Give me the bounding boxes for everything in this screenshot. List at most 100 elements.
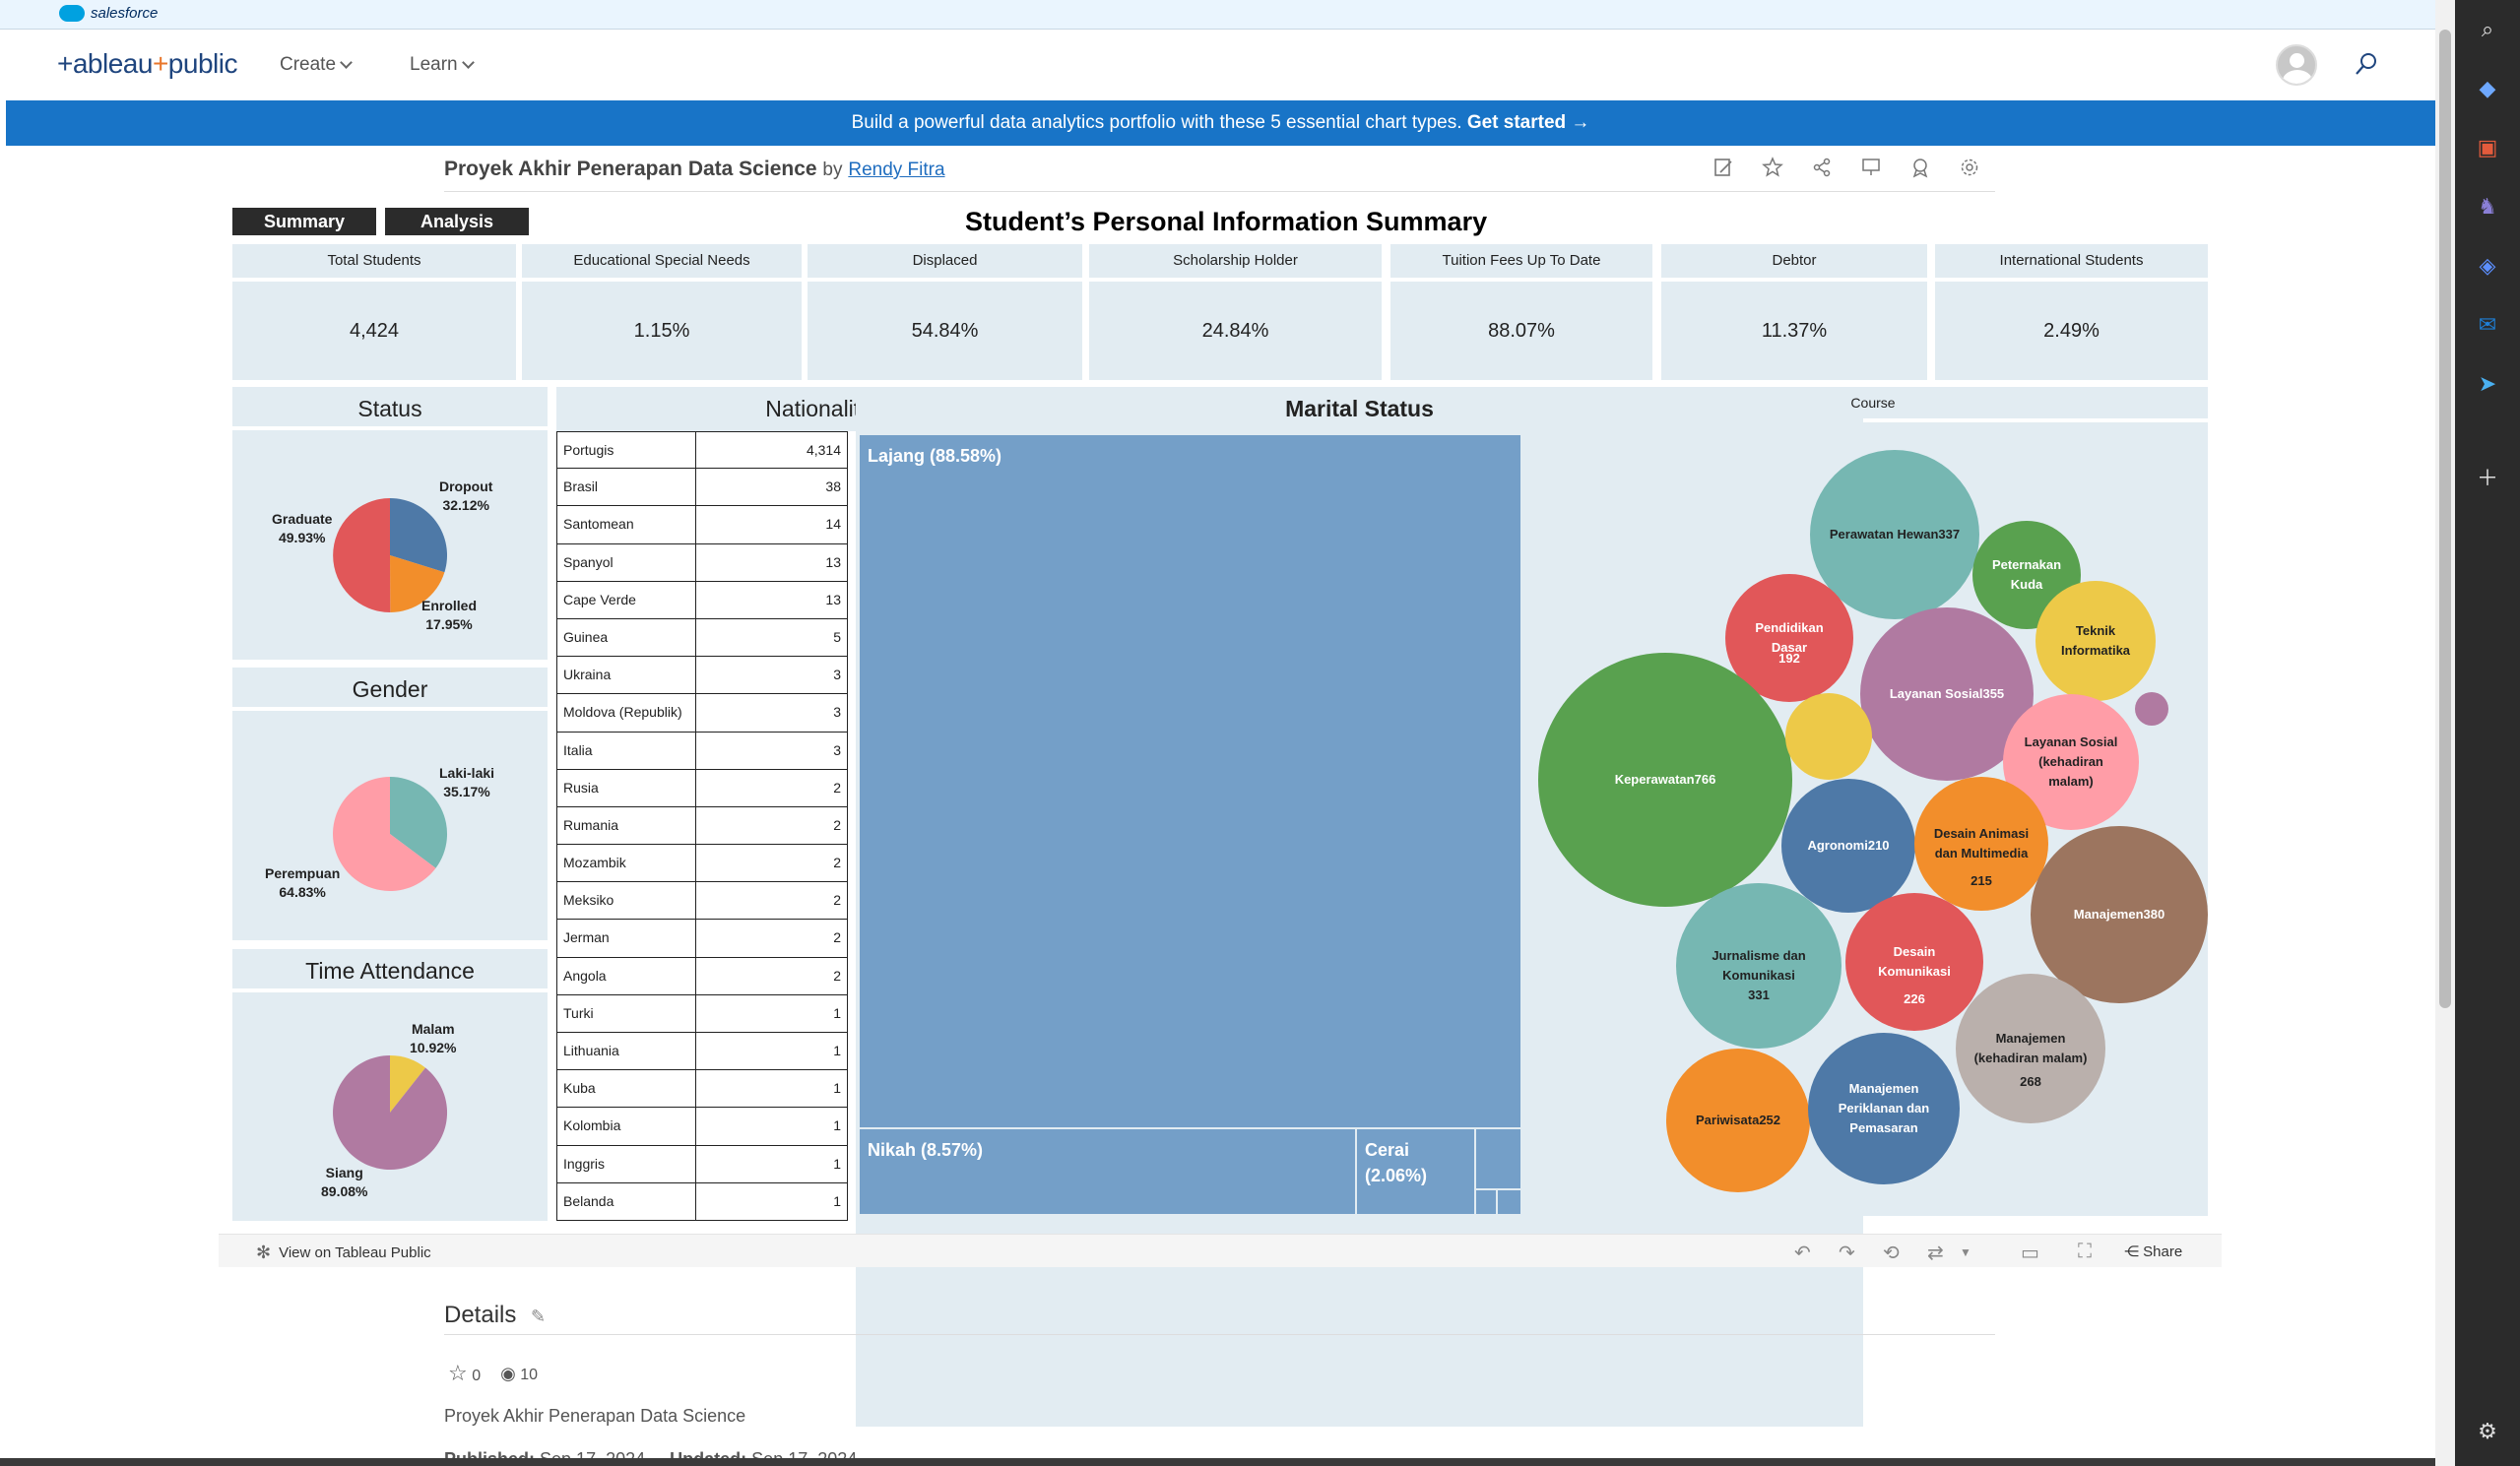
details-description: Proyek Akhir Penerapan Data Science [444,1406,746,1426]
copilot-icon[interactable]: ◈ [2474,252,2501,280]
banner-get-started-link[interactable]: Get started → [1467,112,1590,133]
treemap-cell-small[interactable] [1498,1190,1520,1214]
share-icon[interactable] [1810,156,1834,179]
nationality-name: Angola [556,957,696,995]
device-preview-icon[interactable]: ▭ [2021,1241,2039,1265]
outlook-icon[interactable]: ✉ [2474,311,2501,339]
salesforce-cloud-icon [59,5,85,22]
nationality-name: Jerman [556,920,696,958]
treemap-cell-lajang[interactable]: Lajang (88.58%) [860,435,1520,1127]
search-icon[interactable] [2355,52,2378,76]
bubble-manajemen-periklanan[interactable]: Manajemen Periklanan dan Pemasaran [1808,1033,1960,1184]
settings-gear-icon[interactable] [1958,156,1981,179]
avatar[interactable] [2276,44,2317,86]
view-on-tableau-public-link[interactable]: ✻ View on Tableau Public [256,1243,431,1263]
tab-analysis[interactable]: Analysis [385,208,529,235]
kpi-tuition: Tuition Fees Up To Date 88.07% [1390,244,1652,380]
promo-banner[interactable]: Build a powerful data analytics portfoli… [6,100,2435,146]
gender-pie-chart[interactable] [331,775,449,893]
redo-icon[interactable]: ↷ [1839,1241,1855,1265]
chess-icon[interactable]: ♞ [2474,193,2501,221]
dashboard-title: Student’s Personal Information Summary [965,207,1488,236]
author-link[interactable]: Rendy Fitra [848,159,944,180]
nationality-name: Lithuania [556,1033,696,1071]
salesforce-logo[interactable]: salesforce [59,5,158,22]
attendance-title: Time Attendance [232,949,548,992]
send-icon[interactable]: ➤ [2474,370,2501,398]
search-icon[interactable]: ⌕ [2474,16,2501,43]
nav-create-label: Create [280,54,337,75]
viz-title-text: Proyek Akhir Penerapan Data Science [444,158,817,180]
fullscreen-icon[interactable]: ⛶ [2078,1241,2092,1263]
attendance-pie-chart[interactable] [331,1053,449,1172]
gender-title: Gender [232,668,548,711]
salesforce-brand-label: salesforce [91,5,159,22]
attendance-label-night: Malam 10.92% [410,1021,457,1055]
kpi-value: 88.07% [1390,282,1652,380]
nationality-count: 13 [696,581,848,619]
nationality-count: 2 [696,806,848,846]
gear-icon[interactable]: ⚙ [2474,1418,2501,1445]
course-header: Course [1538,387,2208,418]
bubble-desain-komunikasi[interactable]: Desain Komunikasi 226 [1845,893,1983,1031]
treemap-cell-cerai[interactable]: Cerai (2.06%) [1357,1129,1474,1214]
tag-icon[interactable]: ◆ [2474,75,2501,102]
dropdown-arrow-icon[interactable]: ▼ [1960,1245,1971,1259]
nationality-count: 1 [696,1070,848,1109]
nationality-count: 3 [696,732,848,770]
tableau-toolbar: ✻ View on Tableau Public ↶ ↷ ⟲ ⇄ ▼ ▭ ⛶ ⋲… [219,1234,2222,1267]
revert-icon[interactable]: ⟲ [1883,1241,1900,1265]
kpi-label: Total Students [232,244,516,278]
bubble-manajemen[interactable]: Manajemen 380 [2031,826,2208,1003]
nav-create[interactable]: Create [280,54,353,76]
bubble-manajemen-malam[interactable]: Manajemen (kehadiran malam) 268 [1956,974,2105,1123]
favorites-count[interactable]: ☆ 0 [448,1361,481,1386]
add-icon[interactable]: ＋ [2474,463,2501,490]
bubble-jurnalisme[interactable]: Jurnalisme dan Komunikasi 331 [1676,883,1842,1049]
undo-icon[interactable]: ↶ [1794,1241,1811,1265]
bubble-agronomi[interactable]: Agronomi 210 [1781,779,1915,913]
course-bubble-chart: Perawatan Hewan 337 Peternakan Kuda Pendi… [1538,422,2208,1216]
nationality-count: 5 [696,618,848,658]
treemap-cell-nikah[interactable]: Nikah (8.57%) [860,1129,1355,1214]
bubble-unlabeled[interactable] [1785,693,1872,780]
bubble-desain-animasi[interactable]: Desain Animasi dan Multimedia 215 [1914,777,2048,911]
treemap-cell-small[interactable] [1476,1190,1496,1214]
scrollbar-thumb[interactable] [2439,30,2451,1008]
bubble-teknik-informatika[interactable]: Teknik Informatika [2035,581,2156,701]
bubble-keperawatan[interactable]: Keperawatan 766 [1538,653,1792,907]
gender-panel: Gender Laki-laki 35.17% Perempuan 64.83% [232,668,548,940]
status-label-graduate: Graduate 49.93% [272,511,333,545]
refresh-icon[interactable]: ⇄ [1927,1241,1944,1265]
tableau-public-logo[interactable]: +ableau+public [57,48,237,80]
nationality-count: 4,314 [696,431,848,470]
kpi-special-needs: Educational Special Needs 1.15% [522,244,802,380]
bubble-pariwisata[interactable]: Pariwisata 252 [1666,1049,1810,1192]
share-button[interactable]: ⋲ Share [2124,1243,2182,1260]
nationality-name: Spanyol [556,543,696,582]
kpi-value: 4,424 [232,282,516,380]
bubble-unlabeled-small[interactable] [2135,692,2168,726]
eye-icon: ◉ [500,1363,516,1383]
nationality-count: 1 [696,1033,848,1071]
badge-icon[interactable] [1908,156,1932,179]
viz-toolbar [1712,156,1981,179]
edit-copy-icon[interactable] [1712,156,1735,179]
attendance-panel: Time Attendance Malam 10.92% Siang 89.08% [232,949,548,1221]
nav-learn[interactable]: Learn [410,54,475,76]
nationality-name: Kolombia [556,1108,696,1146]
toolbox-icon[interactable]: ▣ [2474,134,2501,161]
nationality-name: Cape Verde [556,581,696,619]
tab-summary[interactable]: Summary [232,208,376,235]
status-slice-graduate[interactable] [333,498,391,613]
treemap-cell-small[interactable] [1476,1129,1520,1188]
kpi-debtor: Debtor 11.37% [1661,244,1927,380]
favorite-star-icon[interactable] [1761,156,1784,179]
pencil-edit-icon[interactable]: ✎ [531,1307,546,1326]
nationality-name: Rumania [556,806,696,846]
gender-label-male: Laki-laki 35.17% [439,765,495,799]
share-icon: ⋲ [2124,1243,2139,1260]
kpi-displaced: Displaced 54.84% [808,244,1082,380]
presentation-icon[interactable] [1859,156,1883,179]
tableau-logo-icon: ✻ [256,1243,272,1262]
